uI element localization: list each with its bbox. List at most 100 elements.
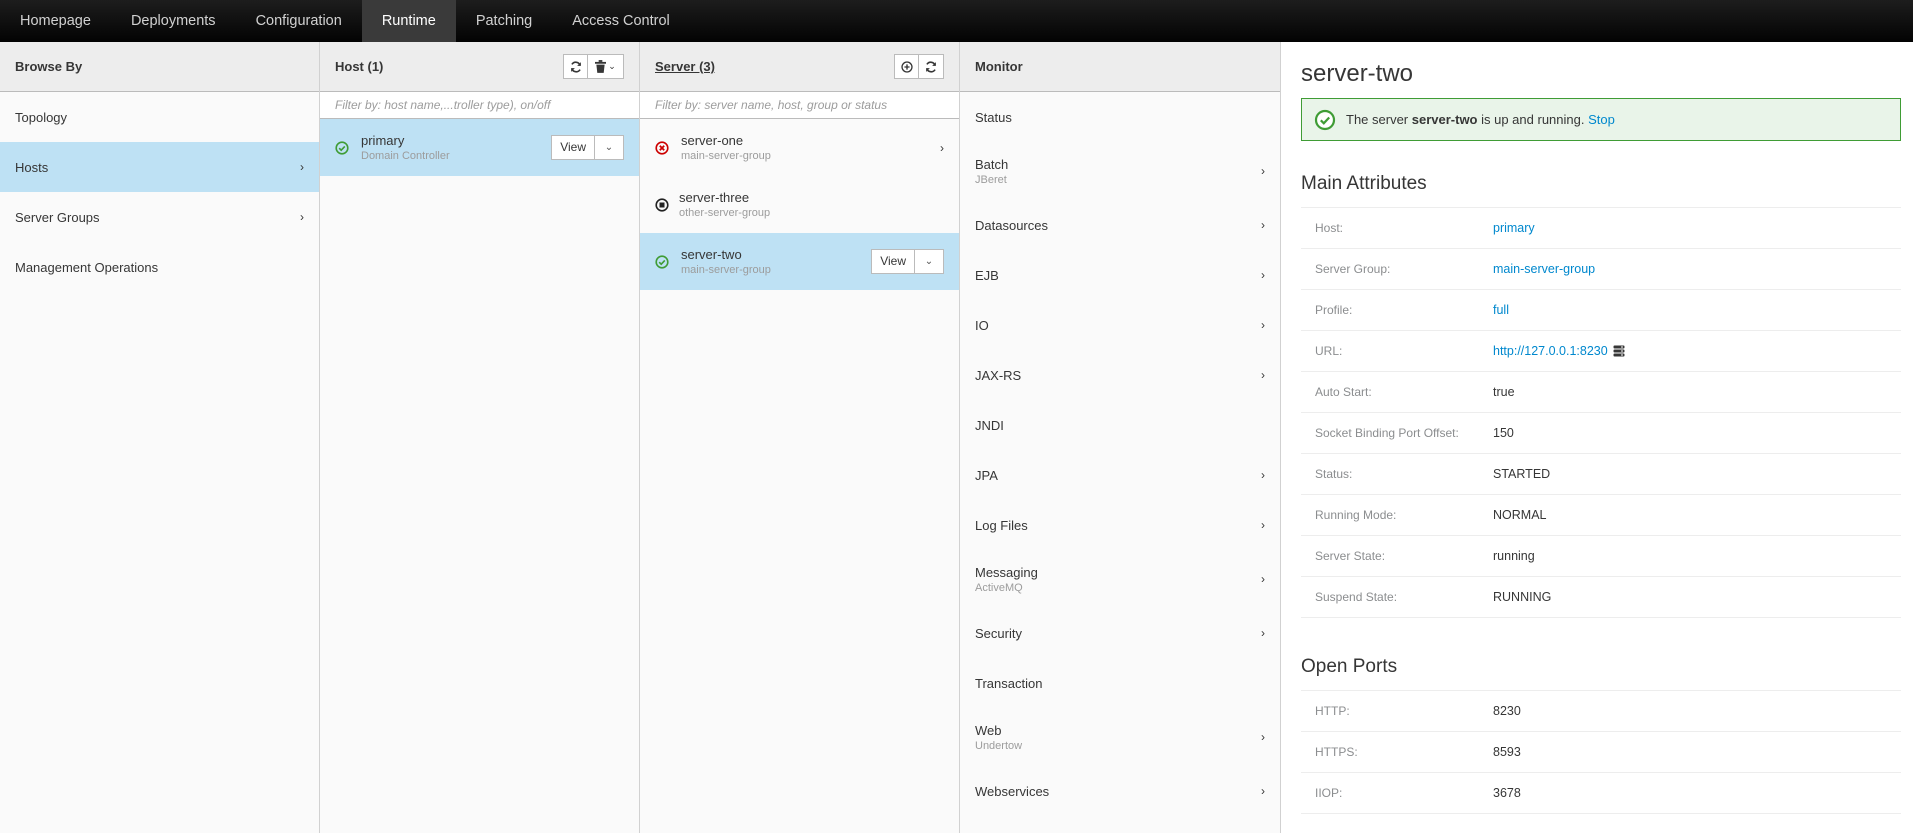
attribute-row: Socket Binding Port Offset: 150 (1301, 413, 1901, 454)
chevron-right-icon: › (1261, 318, 1265, 332)
chevron-right-icon: › (1261, 730, 1265, 744)
attribute-value-link[interactable]: primary (1493, 221, 1535, 235)
attribute-value-link[interactable]: full (1493, 303, 1509, 317)
nav-runtime[interactable]: Runtime (361, 0, 456, 42)
monitor-item-security[interactable]: Security › (960, 608, 1280, 658)
chevron-right-icon: › (1261, 164, 1265, 178)
monitor-item-jndi[interactable]: JNDI (960, 400, 1280, 450)
attribute-key: Status: (1315, 467, 1353, 481)
chevron-right-icon: › (940, 140, 944, 155)
host-remove-dropdown-button[interactable]: ⌄ (588, 54, 624, 79)
monitor-item-label: Log Files (975, 517, 1028, 533)
status-error-icon (655, 140, 669, 155)
browse-item-management-operations[interactable]: Management Operations (0, 242, 319, 292)
browse-item-topology[interactable]: Topology (0, 92, 319, 142)
chevron-right-icon: › (300, 210, 304, 224)
monitor-item-text: JAX-RS (975, 368, 1253, 383)
chevron-right-icon: › (1261, 218, 1265, 232)
monitor-item-subtitle: ActiveMQ (975, 581, 1023, 594)
attribute-row: IIOP: 3678 (1301, 773, 1901, 814)
browse-item-hosts[interactable]: Hosts › (0, 142, 319, 192)
monitor-item-jpa[interactable]: JPA › (960, 450, 1280, 500)
monitor-item-text: Security (975, 626, 1253, 641)
nav-homepage[interactable]: Homepage (0, 0, 111, 42)
attribute-value-text[interactable]: full (1493, 303, 1509, 317)
server-filter-input[interactable] (655, 98, 944, 112)
open-ports-table: HTTP: 8230 HTTPS: 8593 IIOP: 3678 (1301, 690, 1901, 814)
chevron-down-icon: ⌄ (608, 61, 616, 71)
server-refresh-button[interactable] (919, 54, 944, 79)
monitor-item-web[interactable]: Web Undertow › (960, 708, 1280, 766)
server-name: server-one (681, 133, 744, 148)
monitor-item-subtitle: Undertow (975, 739, 1023, 752)
nav-configuration[interactable]: Configuration (236, 0, 362, 42)
monitor-item-label: JPA (975, 467, 998, 483)
monitor-item-transaction[interactable]: Transaction (960, 658, 1280, 708)
monitor-item-io[interactable]: IO › (960, 300, 1280, 350)
monitor-item-label: Webservices (975, 783, 1050, 799)
monitor-item-text: Log Files (975, 518, 1253, 533)
attribute-value: RUNNING (1493, 590, 1551, 604)
monitor-item-datasources[interactable]: Datasources › (960, 200, 1280, 250)
host-view-button[interactable]: View (551, 135, 595, 160)
server-add-button[interactable] (894, 54, 919, 79)
attribute-row: Server State: running (1301, 536, 1901, 577)
monitor-item-text: Transaction (975, 676, 1265, 691)
chevron-right-icon: › (1261, 268, 1265, 282)
attribute-key: Server State: (1315, 549, 1386, 563)
host-refresh-button[interactable] (563, 54, 588, 79)
attribute-key: IIOP: (1315, 786, 1343, 800)
attribute-key: Socket Binding Port Offset: (1315, 426, 1459, 440)
server-item-server-two[interactable]: server-two main-server-group View ⌄ (640, 233, 959, 290)
browse-item-label: Server Groups (15, 209, 100, 225)
monitor-header: Monitor (960, 42, 1280, 92)
attribute-value-text[interactable]: main-server-group (1493, 262, 1595, 276)
nav-patching[interactable]: Patching (456, 0, 552, 42)
chevron-right-icon: › (1261, 518, 1265, 532)
monitor-item-label: Web (975, 722, 1002, 738)
nav-deployments[interactable]: Deployments (111, 0, 236, 42)
check-circle-icon (1314, 109, 1336, 130)
attribute-value-text[interactable]: http://127.0.0.1:8230 (1493, 344, 1608, 358)
server-column: Server (3) server-one main-server-group … (640, 42, 960, 833)
attribute-value-text[interactable]: primary (1493, 221, 1535, 235)
monitor-item-webservices[interactable]: Webservices › (960, 766, 1280, 816)
host-actions-dropdown[interactable]: ⌄ (595, 135, 624, 160)
main-attributes-table: Host: primary Server Group: main-server-gro… (1301, 207, 1901, 618)
server-name: server-two (681, 247, 742, 262)
open-ports-title: Open Ports (1301, 656, 1398, 677)
stop-link[interactable]: Stop (1588, 112, 1615, 127)
server-column-title[interactable]: Server (3) (655, 59, 715, 74)
monitor-list: Status Batch JBeret › Datasources › EJB › IO › JAX… (960, 92, 1280, 816)
monitor-item-label: Transaction (975, 675, 1043, 691)
host-item-primary[interactable]: primary Domain Controller View ⌄ (320, 119, 639, 176)
monitor-item-messaging[interactable]: Messaging ActiveMQ › (960, 550, 1280, 608)
attribute-key: URL: (1315, 344, 1343, 358)
server-item-server-three[interactable]: server-three other-server-group (640, 176, 959, 233)
monitor-item-ejb[interactable]: EJB › (960, 250, 1280, 300)
monitor-item-jax-rs[interactable]: JAX-RS › (960, 350, 1280, 400)
server-item-server-one[interactable]: server-one main-server-group › (640, 119, 959, 176)
attribute-key: Auto Start: (1315, 385, 1372, 399)
attribute-row: Auto Start: true (1301, 372, 1901, 413)
browse-item-server-groups[interactable]: Server Groups › (0, 192, 319, 242)
chevron-right-icon: › (300, 160, 304, 174)
monitor-item-text: Webservices (975, 784, 1253, 799)
attribute-row: Running Mode: NORMAL (1301, 495, 1901, 536)
attribute-value: 8230 (1493, 704, 1521, 718)
attribute-value-text: RUNNING (1493, 590, 1552, 604)
attribute-key: HTTP: (1315, 704, 1350, 718)
attribute-value: 150 (1493, 426, 1514, 440)
attribute-value-link[interactable]: main-server-group (1493, 262, 1595, 276)
monitor-item-text: JNDI (975, 418, 1265, 433)
monitor-item-batch[interactable]: Batch JBeret › (960, 142, 1280, 200)
attribute-value: running (1493, 549, 1535, 563)
monitor-item-text: Batch JBeret (975, 157, 1253, 186)
server-view-button[interactable]: View (871, 249, 915, 274)
server-actions-dropdown[interactable]: ⌄ (915, 249, 944, 274)
monitor-item-status[interactable]: Status (960, 92, 1280, 142)
monitor-item-log-files[interactable]: Log Files › (960, 500, 1280, 550)
attribute-value-link[interactable]: http://127.0.0.1:8230 (1493, 344, 1625, 358)
nav-access-control[interactable]: Access Control (552, 0, 690, 42)
host-filter-input[interactable] (335, 98, 624, 112)
